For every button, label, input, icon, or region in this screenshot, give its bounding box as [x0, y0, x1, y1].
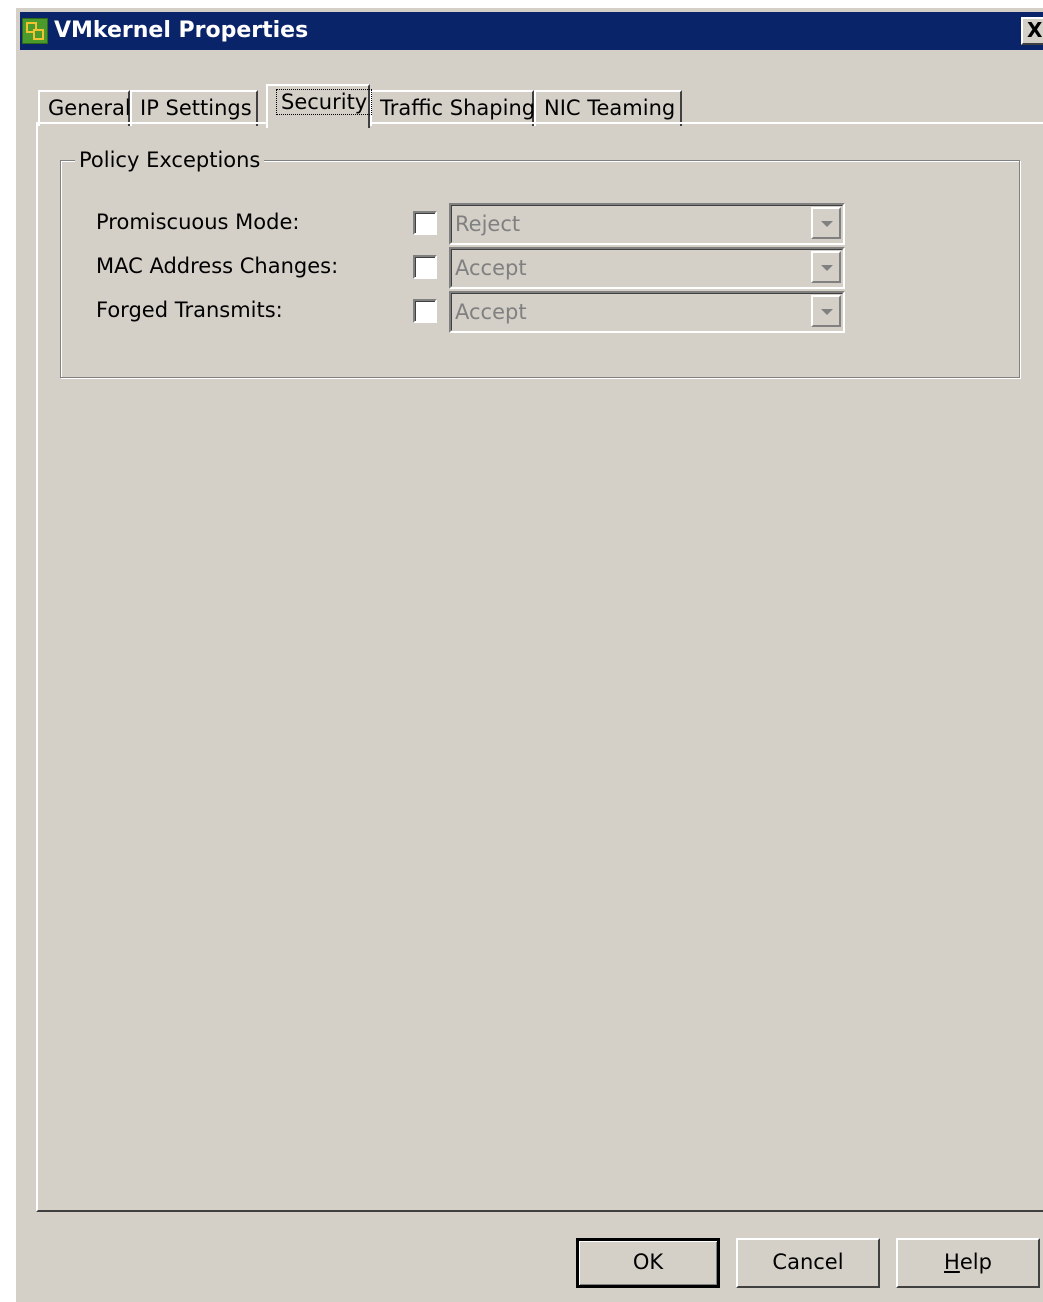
close-button[interactable]: X	[1021, 17, 1043, 45]
window-title: VMkernel Properties	[54, 18, 309, 43]
dialog-window: VMkernel Properties X General IP Setting…	[14, 6, 1043, 1302]
dropdown-arrow-icon[interactable]	[811, 251, 841, 283]
help-mnemonic: H	[944, 1250, 960, 1274]
mac-address-changes-select[interactable]: Accept	[449, 247, 845, 289]
vmkernel-app-icon	[22, 18, 48, 44]
dropdown-arrow-icon[interactable]	[811, 295, 841, 327]
forged-transmits-row: Forged Transmits: Accept	[61, 291, 1019, 333]
forged-transmits-label: Forged Transmits:	[96, 298, 283, 322]
security-tab-panel: Policy Exceptions Promiscuous Mode: Reje…	[36, 122, 1043, 1212]
policy-exceptions-group: Policy Exceptions Promiscuous Mode: Reje…	[60, 147, 1020, 378]
tab-ip-settings[interactable]: IP Settings	[130, 90, 258, 126]
tab-traffic-shaping[interactable]: Traffic Shaping	[370, 90, 535, 126]
mac-address-changes-label: MAC Address Changes:	[96, 254, 339, 278]
help-label-rest: elp	[959, 1250, 992, 1274]
promiscuous-mode-row: Promiscuous Mode: Reject	[61, 203, 1019, 245]
tab-nic-teaming[interactable]: NIC Teaming	[534, 90, 682, 126]
cancel-button[interactable]: Cancel	[736, 1238, 880, 1288]
promiscuous-mode-label: Promiscuous Mode:	[96, 210, 300, 234]
dropdown-arrow-icon[interactable]	[811, 207, 841, 239]
promiscuous-mode-checkbox[interactable]	[413, 211, 437, 235]
forged-transmits-checkbox[interactable]	[413, 299, 437, 323]
tab-general[interactable]: General	[38, 90, 131, 126]
title-bar[interactable]: VMkernel Properties X	[20, 12, 1043, 50]
promiscuous-mode-select[interactable]: Reject	[449, 203, 845, 245]
forged-transmits-value: Accept	[455, 300, 527, 324]
tab-security-label: Security	[276, 89, 373, 115]
promiscuous-mode-value: Reject	[455, 212, 521, 236]
mac-address-changes-row: MAC Address Changes: Accept	[61, 247, 1019, 289]
forged-transmits-select[interactable]: Accept	[449, 291, 845, 333]
mac-address-changes-value: Accept	[455, 256, 527, 280]
help-button[interactable]: Help	[896, 1238, 1040, 1288]
ok-button[interactable]: OK	[576, 1238, 720, 1288]
tab-security[interactable]: Security	[266, 84, 373, 128]
mac-address-changes-checkbox[interactable]	[413, 255, 437, 279]
group-title: Policy Exceptions	[75, 147, 265, 173]
